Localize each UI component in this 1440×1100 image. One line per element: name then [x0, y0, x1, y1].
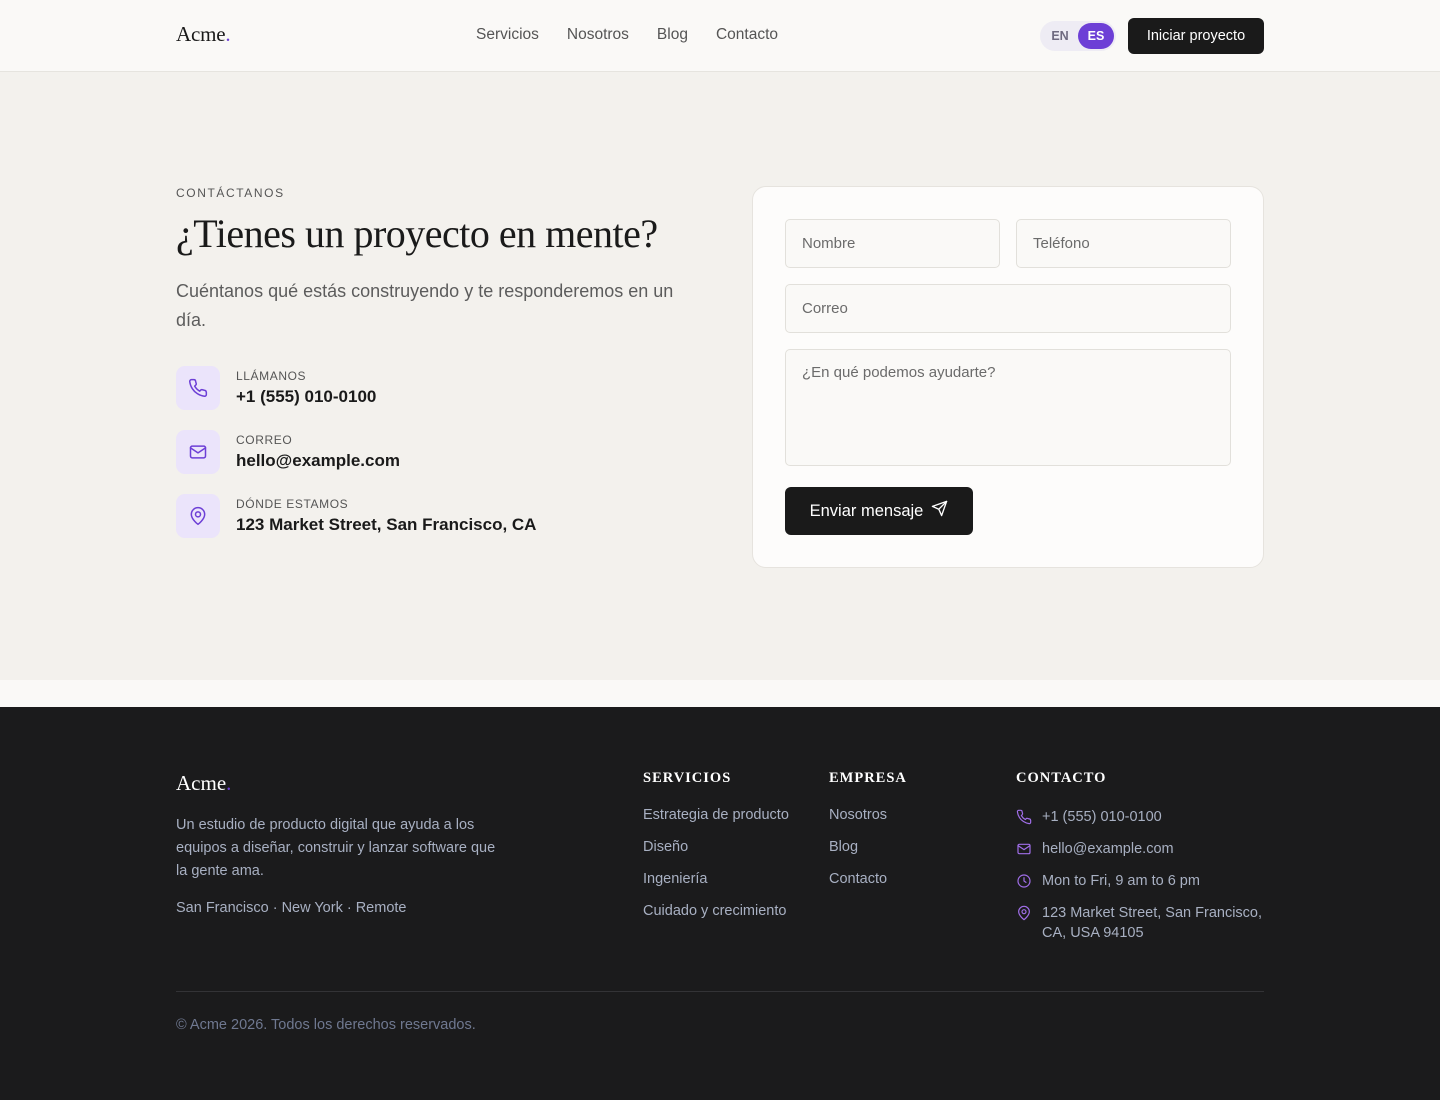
footer-link[interactable]: Ingeniería — [643, 871, 789, 903]
footer-contact-hours: Mon to Fri, 9 am to 6 pm — [1016, 871, 1266, 903]
footer-logo[interactable]: Acme. — [176, 771, 231, 796]
contact-item-value[interactable]: hello@example.com — [236, 451, 400, 471]
nav-link-servicios[interactable]: Servicios — [476, 26, 539, 44]
footer-description: Un estudio de producto digital que ayuda… — [176, 817, 496, 879]
footer-services-column: SERVICIOS Estrategia de producto Diseño … — [643, 770, 789, 935]
footer-link[interactable]: Estrategia de producto — [643, 807, 789, 839]
footer-contact-email[interactable]: hello@example.com — [1016, 839, 1266, 871]
footer-column-title: SERVICIOS — [643, 770, 732, 786]
start-project-button[interactable]: Iniciar proyecto — [1128, 18, 1264, 54]
footer-link[interactable]: Diseño — [643, 839, 789, 871]
contact-item-location: DÓNDE ESTAMOS 123 Market Street, San Fra… — [176, 494, 536, 538]
contact-item-value: 123 Market Street, San Francisco, CA — [236, 515, 537, 534]
contact-item-value[interactable]: +1 (555) 010-0100 — [236, 387, 376, 407]
footer-column-title: CONTACTO — [1016, 770, 1107, 786]
mail-icon — [176, 430, 220, 474]
section-lead: Cuéntanos qué estás construyendo y te re… — [176, 281, 674, 330]
map-pin-icon — [1016, 905, 1032, 927]
contact-item-phone: LLÁMANOS +1 (555) 010-0100 — [176, 366, 376, 410]
phone-field[interactable]: Teléfono — [1016, 219, 1231, 268]
nav-link-nosotros[interactable]: Nosotros — [567, 26, 629, 44]
footer-link[interactable]: Contacto — [829, 871, 907, 903]
site-header: Acme. Servicios Nosotros Blog Contacto E… — [0, 0, 1440, 72]
mail-icon — [1016, 841, 1032, 863]
nav-link-blog[interactable]: Blog — [657, 26, 688, 44]
message-textarea[interactable]: ¿En qué podemos ayudarte? — [785, 349, 1231, 466]
footer-company-column: EMPRESA Nosotros Blog Contacto — [829, 770, 907, 903]
page-title: ¿Tienes un proyecto en mente? — [176, 211, 658, 256]
logo[interactable]: Acme. — [176, 22, 231, 47]
lang-es-button[interactable]: ES — [1078, 23, 1114, 49]
footer-link[interactable]: Cuidado y crecimiento — [643, 903, 789, 935]
section-eyebrow: CONTÁCTANOS — [176, 186, 285, 200]
footer-link[interactable]: Nosotros — [829, 807, 907, 839]
footer-contact-phone[interactable]: +1 (555) 010-0100 — [1016, 807, 1266, 839]
phone-icon — [176, 366, 220, 410]
contact-section: CONTÁCTANOS ¿Tienes un proyecto en mente… — [0, 72, 1440, 680]
footer-link[interactable]: Blog — [829, 839, 907, 871]
send-message-button[interactable]: Enviar mensaje — [785, 487, 973, 535]
footer-column-title: EMPRESA — [829, 770, 907, 786]
clock-icon — [1016, 873, 1032, 895]
nav-link-contacto[interactable]: Contacto — [716, 26, 778, 44]
footer-contact-address: 123 Market Street, San Francisco, CA, US… — [1016, 903, 1266, 943]
language-switcher: EN ES — [1040, 21, 1116, 51]
name-field[interactable]: Nombre — [785, 219, 1000, 268]
footer-divider — [176, 991, 1264, 992]
send-message-label: Enviar mensaje — [809, 501, 924, 520]
map-pin-icon — [176, 494, 220, 538]
email-field[interactable]: Correo — [785, 284, 1231, 333]
contact-form: Nombre Teléfono Correo ¿En qué podemos a… — [752, 186, 1264, 568]
copyright: © Acme 2026. Todos los derechos reservad… — [176, 1017, 476, 1033]
contact-item-label: CORREO — [236, 433, 293, 447]
phone-icon — [1016, 809, 1032, 831]
contact-item-label: DÓNDE ESTAMOS — [236, 497, 349, 511]
footer-cities: San Francisco · New York · Remote — [176, 900, 407, 916]
footer-contact-column: CONTACTO +1 (555) 010-0100 hello@example… — [1016, 770, 1266, 943]
lang-en-button[interactable]: EN — [1042, 23, 1078, 49]
send-icon — [931, 500, 948, 522]
contact-item-label: LLÁMANOS — [236, 369, 307, 383]
main-nav: Servicios Nosotros Blog Contacto — [476, 26, 778, 44]
site-footer: Acme. Un estudio de producto digital que… — [0, 707, 1440, 1100]
contact-item-email: CORREO hello@example.com — [176, 430, 400, 474]
